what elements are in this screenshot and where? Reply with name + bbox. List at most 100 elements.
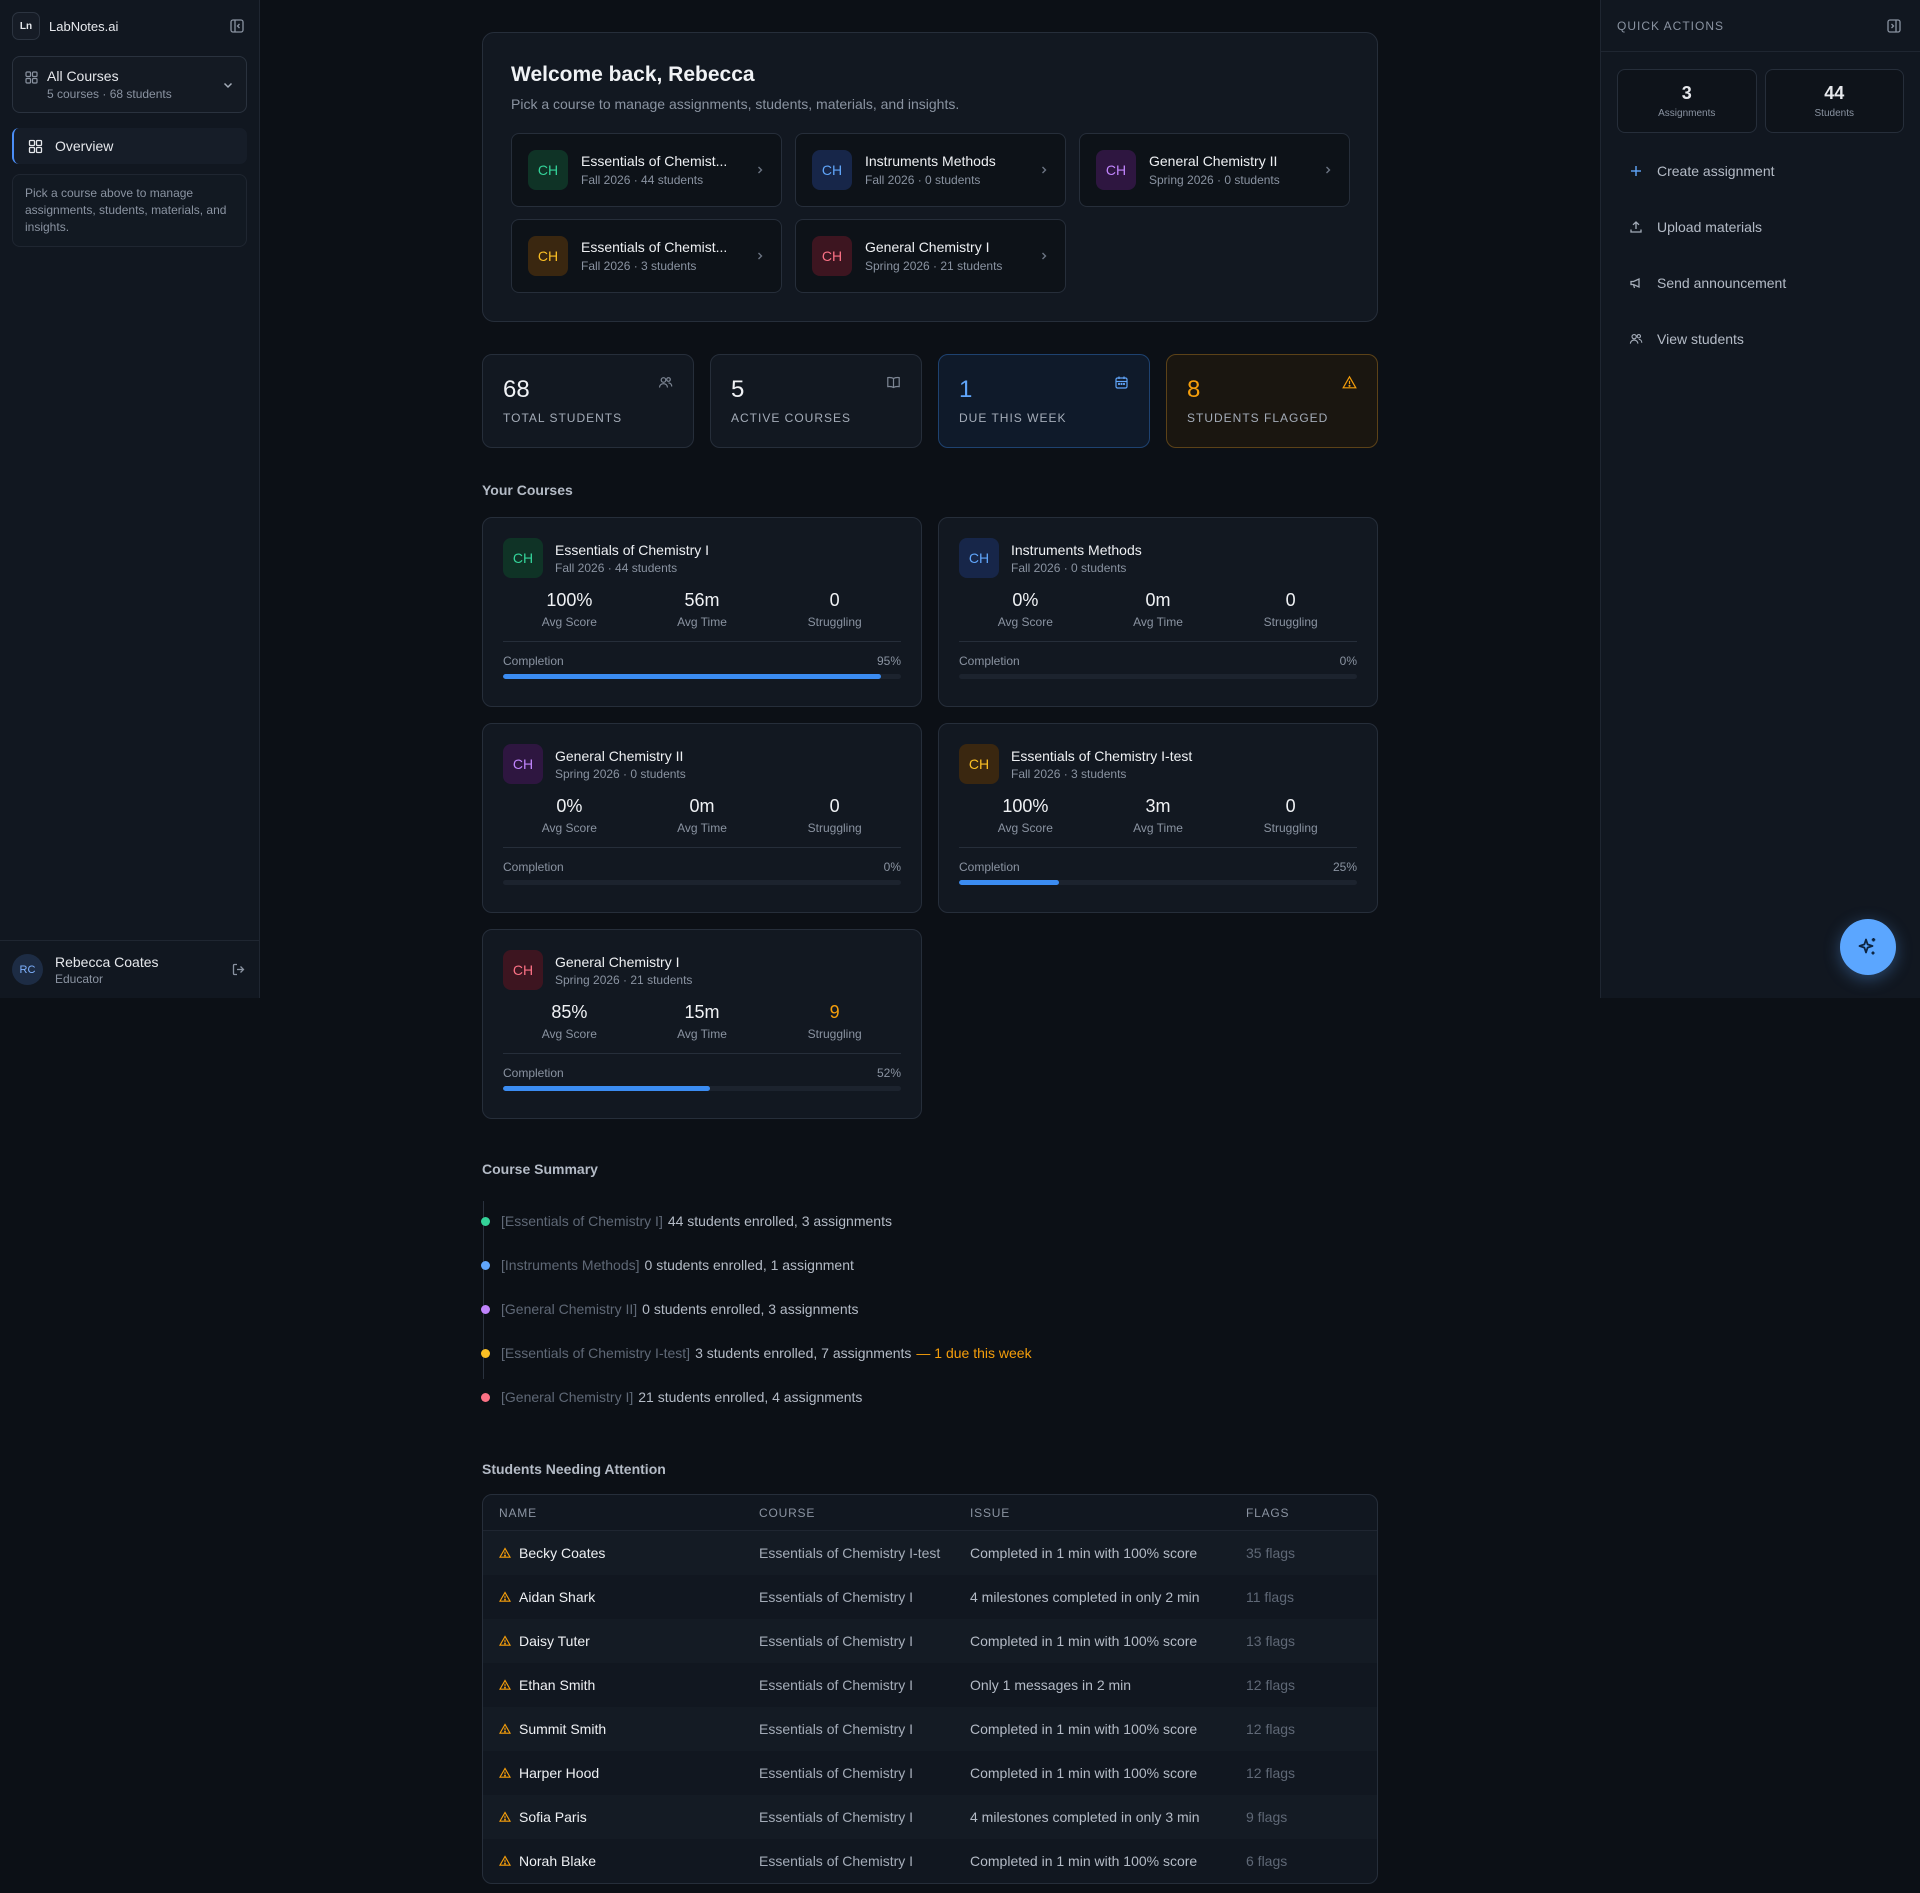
assignments-stat: 3 Assignments [1617, 69, 1757, 133]
student-course: Essentials of Chemistry I [759, 1853, 914, 1869]
table-row[interactable]: Aidan Shark Essentials of Chemistry I 4 mi… [483, 1575, 1377, 1619]
course-chip[interactable]: CH Instruments Methods Fall 2026 · 0 stud… [795, 133, 1066, 207]
avg-time-label: Avg Time [677, 1027, 727, 1041]
course-card[interactable]: CH Essentials of Chemistry I Fall 2026 · 4… [482, 517, 922, 707]
sidebar: Ln LabNotes.ai All Courses 5 courses · 6… [0, 0, 260, 998]
timeline-text: 44 students enrolled, 3 assignments [667, 1213, 892, 1229]
avg-time-value: 15m [684, 1002, 720, 1022]
student-flags: 13 flags [1246, 1633, 1296, 1649]
student-flags: 9 flags [1246, 1809, 1288, 1825]
action-label: Create assignment [1657, 163, 1775, 179]
avg-score-value: 0% [1012, 590, 1039, 610]
completion-label: Completion [959, 860, 1020, 874]
struggling-value: 9 [829, 1002, 840, 1022]
course-badge: CH [503, 538, 543, 578]
send-announcement-button[interactable]: Send announcement [1601, 255, 1920, 311]
student-course: Essentials of Chemistry I [759, 1721, 914, 1737]
avg-time-value: 56m [684, 590, 720, 610]
student-flags: 12 flags [1246, 1677, 1296, 1693]
course-chip-subtitle: Fall 2026 · 3 students [581, 259, 697, 273]
column-header[interactable]: ISSUE [970, 1506, 1246, 1520]
users-icon [1629, 332, 1643, 346]
course-badge: CH [528, 150, 568, 190]
column-header[interactable]: NAME [483, 1506, 759, 1520]
stat-label: ACTIVE COURSES [731, 411, 852, 425]
timeline-tag: [Essentials of Chemistry I-test] [501, 1345, 691, 1361]
create-assignment-button[interactable]: Create assignment [1601, 143, 1920, 199]
warning-icon [499, 1591, 511, 1603]
nav-item-overview[interactable]: Overview [12, 128, 247, 164]
table-row[interactable]: Sofia Paris Essentials of Chemistry I 4 mi… [483, 1795, 1377, 1839]
student-flags: 11 flags [1246, 1589, 1294, 1605]
table-row[interactable]: Ethan Smith Essentials of Chemistry I Only… [483, 1663, 1377, 1707]
course-badge: CH [528, 236, 568, 276]
completion-bar [503, 880, 901, 885]
course-badge: CH [959, 538, 999, 578]
completion-label: Completion [503, 654, 564, 668]
table-row[interactable]: Harper Hood Essentials of Chemistry I Comp… [483, 1751, 1377, 1795]
timeline-tag: [General Chemistry I] [501, 1389, 634, 1405]
student-course: Essentials of Chemistry I [759, 1765, 914, 1781]
course-selector[interactable]: All Courses 5 courses · 68 students [12, 56, 247, 113]
nav-item-label: Overview [55, 138, 114, 154]
course-chip-title: General Chemistry II [1149, 153, 1278, 169]
struggling-label: Struggling [807, 1027, 862, 1041]
course-chip[interactable]: CH Essentials of Chemist... Fall 2026 · 3… [511, 219, 782, 293]
column-header[interactable]: FLAGS [1246, 1506, 1377, 1520]
course-badge: CH [503, 744, 543, 784]
timeline-text: 0 students enrolled, 1 assignment [644, 1257, 854, 1273]
course-badge: CH [503, 950, 543, 990]
student-name-cell: Sofia Paris [483, 1809, 759, 1825]
course-card-title: General Chemistry II [555, 747, 684, 764]
table-row[interactable]: Daisy Tuter Essentials of Chemistry I Comp… [483, 1619, 1377, 1663]
course-chip[interactable]: CH Essentials of Chemist... Fall 2026 · 4… [511, 133, 782, 207]
completion-value: 25% [1332, 860, 1357, 874]
student-issue: Completed in 1 min with 100% score [970, 1853, 1198, 1869]
collapse-panel-icon[interactable] [1884, 16, 1904, 36]
quick-actions-title: QUICK ACTIONS [1617, 18, 1725, 33]
students-stat: 44 Students [1764, 69, 1904, 133]
avg-time-value: 0m [1145, 590, 1171, 610]
student-name-cell: Becky Coates [483, 1545, 759, 1561]
ai-assistant-button[interactable] [1840, 919, 1896, 975]
users-icon [658, 375, 673, 390]
action-label: Upload materials [1657, 219, 1763, 235]
student-issue: 4 milestones completed in only 3 min [970, 1809, 1200, 1825]
chevron-right-icon [1039, 165, 1049, 175]
timeline-tag: [Essentials of Chemistry I] [501, 1213, 663, 1229]
quick-actions-header: QUICK ACTIONS [1601, 0, 1920, 52]
avg-score-value: 100% [1002, 796, 1049, 816]
student-name-cell: Ethan Smith [483, 1677, 759, 1693]
column-header[interactable]: COURSE [759, 1506, 970, 1520]
struggling-value: 0 [829, 590, 840, 610]
table-row[interactable]: Norah Blake Essentials of Chemistry I Comp… [483, 1839, 1377, 1883]
course-card[interactable]: CH Instruments Methods Fall 2026 · 0 stude… [938, 517, 1378, 707]
collapse-sidebar-icon[interactable] [227, 16, 247, 36]
logout-icon[interactable] [228, 960, 248, 980]
course-chip[interactable]: CH General Chemistry II Spring 2026 · 0 s… [1079, 133, 1350, 207]
chevron-right-icon [1323, 165, 1333, 175]
course-chip-title: Essentials of Chemist... [581, 239, 728, 255]
course-card[interactable]: CH General Chemistry I Spring 2026 · 21 st… [482, 929, 922, 1119]
chevron-right-icon [1039, 251, 1049, 261]
timeline-dot [481, 1349, 490, 1358]
avg-score-label: Avg Score [541, 1027, 597, 1041]
student-flags: 12 flags [1246, 1721, 1296, 1737]
course-chips: CH Essentials of Chemist... Fall 2026 · 4… [511, 133, 1350, 293]
course-card[interactable]: CH General Chemistry II Spring 2026 · 0 st… [482, 723, 922, 913]
course-chip[interactable]: CH General Chemistry I Spring 2026 · 21 s… [795, 219, 1066, 293]
grid-icon [25, 71, 38, 84]
warning-icon [499, 1855, 511, 1867]
student-name: Daisy Tuter [519, 1633, 590, 1649]
course-cards: CH Essentials of Chemistry I Fall 2026 · 4… [482, 517, 1378, 1119]
table-row[interactable]: Summit Smith Essentials of Chemistry I Com… [483, 1707, 1377, 1751]
view-students-button[interactable]: View students [1601, 311, 1920, 367]
course-card-title: Instruments Methods [1011, 541, 1142, 558]
avg-score-label: Avg Score [541, 821, 597, 835]
upload-materials-button[interactable]: Upload materials [1601, 199, 1920, 255]
timeline-text: 21 students enrolled, 4 assignments [638, 1389, 863, 1405]
table-row[interactable]: Becky Coates Essentials of Chemistry I-te… [483, 1531, 1377, 1575]
course-card[interactable]: CH Essentials of Chemistry I-test Fall 202… [938, 723, 1378, 913]
table-header: NAME COURSE ISSUE FLAGS [483, 1495, 1377, 1531]
student-issue: Completed in 1 min with 100% score [970, 1721, 1198, 1737]
